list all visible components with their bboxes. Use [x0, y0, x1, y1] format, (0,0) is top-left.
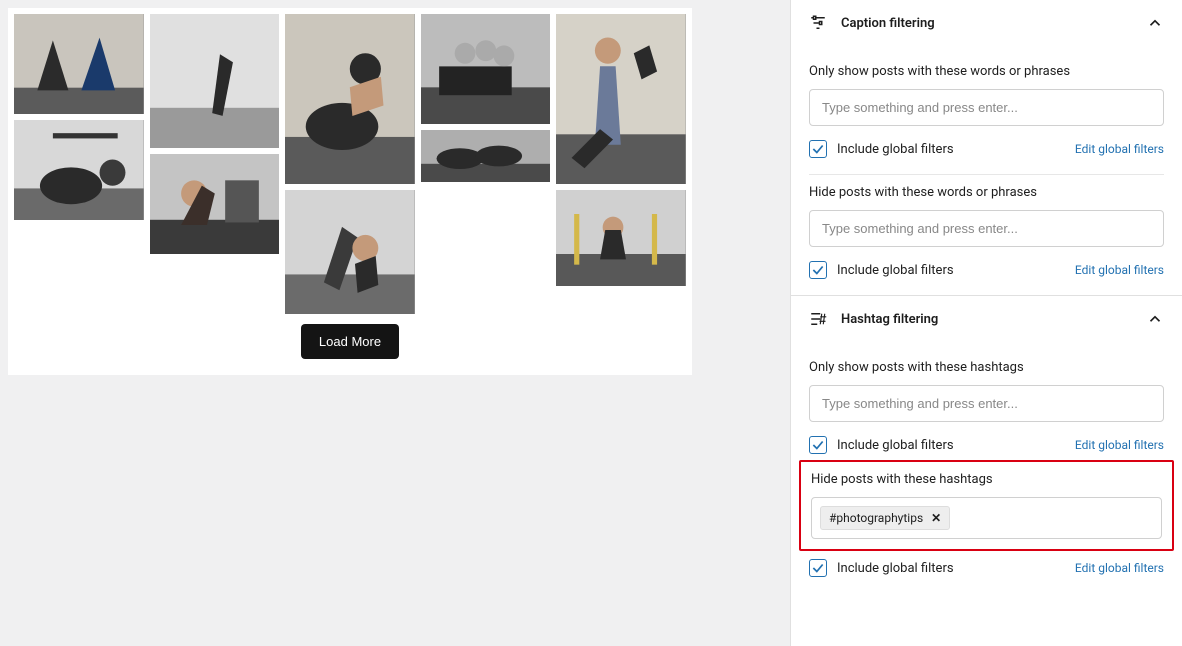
- field-label: Only show posts with these words or phra…: [809, 64, 1164, 79]
- include-global-checkbox[interactable]: [809, 559, 827, 577]
- feed-thumb[interactable]: [285, 190, 415, 314]
- load-more-button[interactable]: Load More: [301, 324, 399, 359]
- feed-thumb[interactable]: [556, 190, 686, 286]
- feed-thumb[interactable]: [421, 14, 551, 124]
- hashtag-hide-input[interactable]: #photographytips ✕: [811, 497, 1162, 539]
- hashtag-filter-icon: [809, 310, 827, 328]
- field-label: Only show posts with these hashtags: [809, 360, 1164, 375]
- caption-filtering-header[interactable]: Caption filtering: [791, 0, 1182, 46]
- field-label: Hide posts with these hashtags: [811, 472, 1162, 487]
- checkbox-label: Include global filters: [837, 142, 1075, 157]
- chevron-up-icon: [1146, 310, 1164, 328]
- feed-thumb[interactable]: [285, 14, 415, 184]
- highlight-box: Hide posts with these hashtags #photogra…: [799, 460, 1174, 551]
- field-label: Hide posts with these words or phrases: [809, 185, 1164, 200]
- include-global-checkbox[interactable]: [809, 436, 827, 454]
- chevron-up-icon: [1146, 14, 1164, 32]
- include-global-checkbox[interactable]: [809, 140, 827, 158]
- section-title: Hashtag filtering: [841, 312, 1146, 327]
- chip-remove-icon[interactable]: ✕: [931, 511, 941, 525]
- section-title: Caption filtering: [841, 16, 1146, 31]
- hashtag-chip: #photographytips ✕: [820, 506, 950, 530]
- edit-global-filters-link[interactable]: Edit global filters: [1075, 142, 1164, 156]
- hashtag-show-input[interactable]: [809, 385, 1164, 422]
- hashtag-filtering-body: Only show posts with these hashtags Incl…: [791, 342, 1182, 593]
- checkbox-label: Include global filters: [837, 561, 1075, 576]
- feed-thumb[interactable]: [421, 130, 551, 182]
- feed-thumb[interactable]: [556, 14, 686, 184]
- chip-label: #photographytips: [829, 511, 923, 525]
- settings-sidebar: Caption filtering Only show posts with t…: [790, 0, 1182, 646]
- filter-icon: [809, 14, 827, 32]
- include-global-checkbox[interactable]: [809, 261, 827, 279]
- checkbox-label: Include global filters: [837, 438, 1075, 453]
- edit-global-filters-link[interactable]: Edit global filters: [1075, 438, 1164, 452]
- feed-card: Load More: [8, 8, 692, 375]
- feed-thumb[interactable]: [150, 14, 280, 148]
- caption-filtering-body: Only show posts with these words or phra…: [791, 46, 1182, 295]
- feed-thumb[interactable]: [14, 14, 144, 114]
- caption-hide-input[interactable]: [809, 210, 1164, 247]
- feed-thumb[interactable]: [14, 120, 144, 220]
- hashtag-filtering-header[interactable]: Hashtag filtering: [791, 295, 1182, 342]
- feed-masonry: [14, 14, 686, 314]
- preview-area: Load More: [0, 0, 790, 646]
- caption-show-input[interactable]: [809, 89, 1164, 126]
- checkbox-label: Include global filters: [837, 263, 1075, 278]
- edit-global-filters-link[interactable]: Edit global filters: [1075, 561, 1164, 575]
- edit-global-filters-link[interactable]: Edit global filters: [1075, 263, 1164, 277]
- feed-thumb[interactable]: [150, 154, 280, 254]
